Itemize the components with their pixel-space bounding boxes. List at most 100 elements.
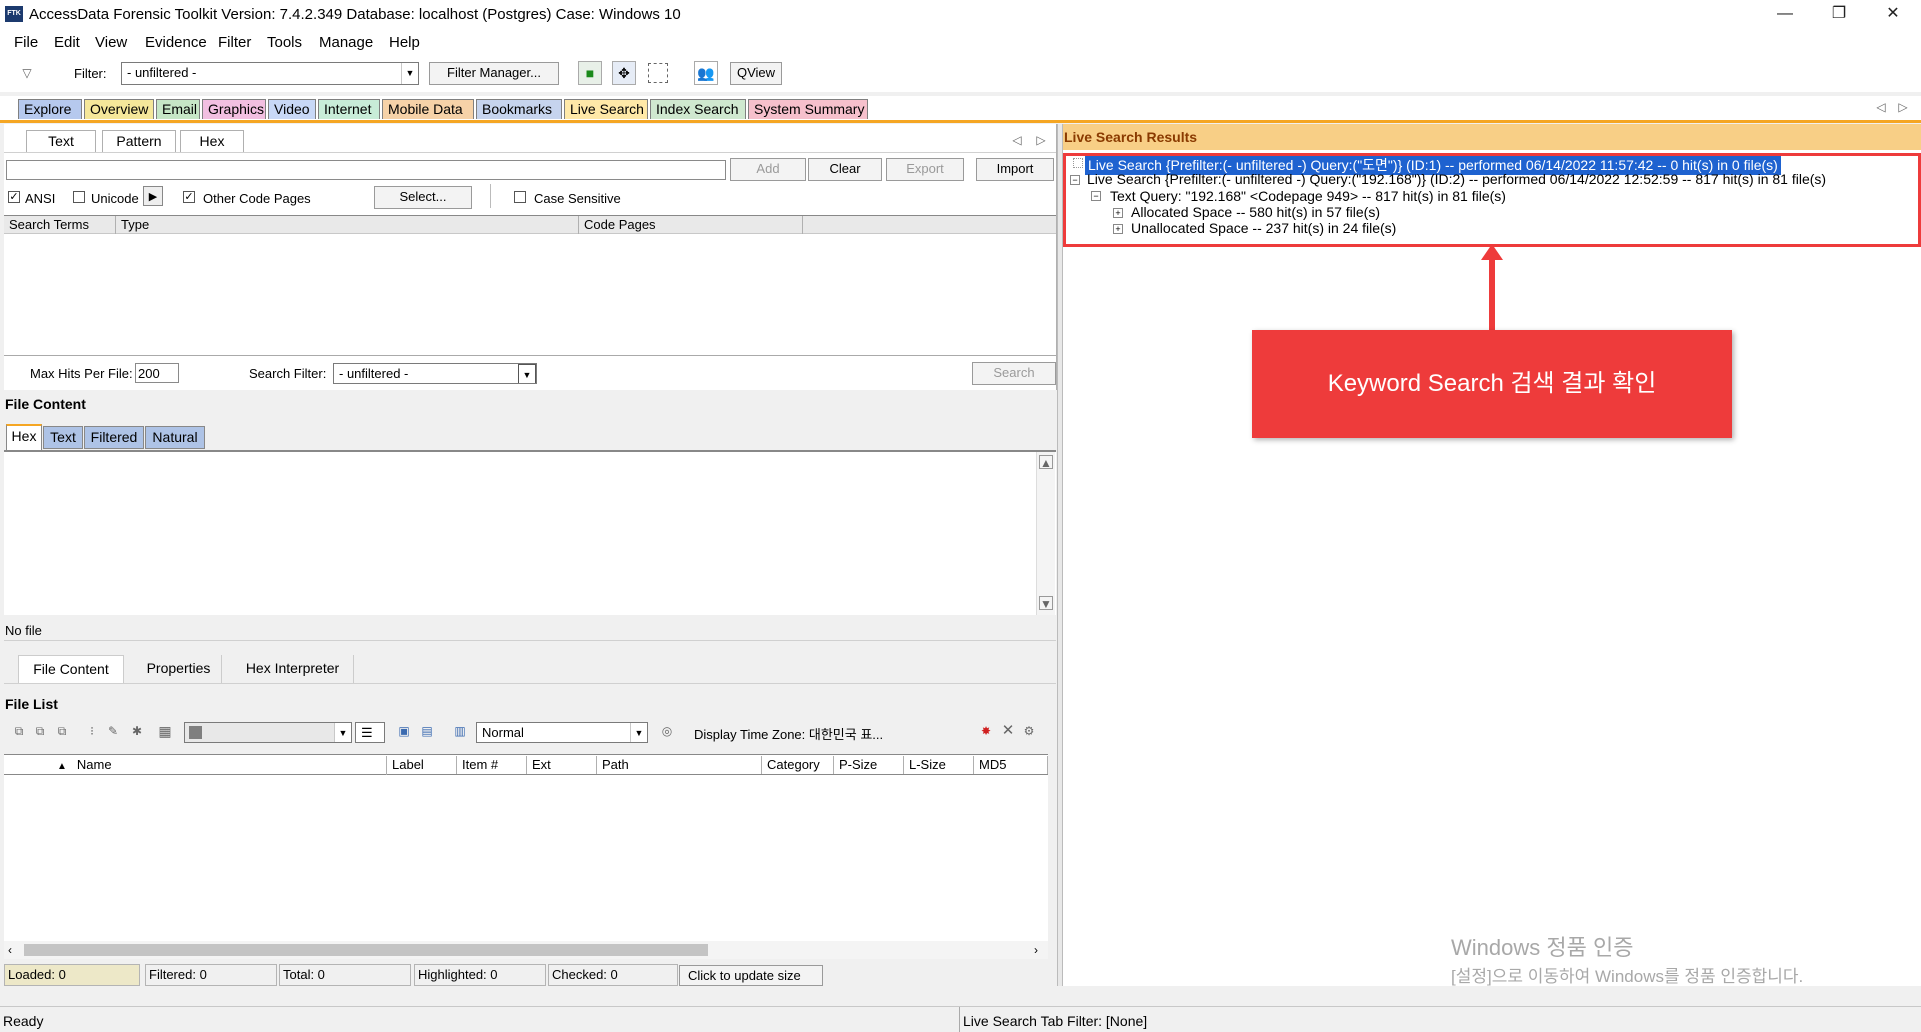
select-region-icon[interactable] (648, 63, 668, 83)
menu-view[interactable]: View (95, 34, 127, 51)
menu-filter[interactable]: Filter (218, 34, 251, 51)
tab-bookmarks[interactable]: Bookmarks (476, 99, 562, 119)
tab-overview[interactable]: Overview (84, 99, 154, 119)
filter-combo[interactable]: - unfiltered - ▼ (121, 62, 419, 85)
column-p-size[interactable]: P-Size (834, 756, 904, 774)
menu-evidence[interactable]: Evidence (145, 34, 207, 51)
export-button[interactable]: Export (886, 158, 964, 181)
tab-text[interactable]: Text (43, 426, 83, 449)
restore-button[interactable]: ❐ (1812, 0, 1866, 30)
menu-tools[interactable]: Tools (267, 34, 302, 51)
add-button[interactable]: Add (730, 158, 806, 181)
table-icon[interactable]: ▦ (158, 724, 172, 738)
play-icon[interactable]: ▶ (143, 186, 163, 206)
ansi-checkbox[interactable]: ✓ (8, 191, 20, 203)
color-combo[interactable]: ▼ (184, 722, 352, 743)
column-ext[interactable]: Ext (527, 756, 597, 774)
clear-button[interactable]: Clear (808, 158, 882, 181)
other-code-pages-checkbox[interactable]: ✓ (183, 191, 195, 203)
scroll-down-icon[interactable]: ▼ (1039, 596, 1053, 611)
tab-explore[interactable]: Explore (18, 99, 82, 119)
pencil-icon[interactable]: ✎ (106, 724, 120, 738)
close-button[interactable]: ✕ (1866, 0, 1920, 30)
column-path[interactable]: Path (597, 756, 762, 774)
copy-checked-icon[interactable]: ⧉ (55, 724, 69, 738)
column-search-terms[interactable]: Search Terms (4, 216, 116, 234)
file-content-viewer[interactable] (4, 452, 1056, 615)
globe-icon[interactable]: ◎ (660, 724, 674, 738)
move-icon[interactable]: ✥ (612, 61, 636, 85)
chevron-down-icon[interactable]: ▼ (334, 723, 351, 742)
tab-natural[interactable]: Natural (145, 426, 205, 449)
menu-manage[interactable]: Manage (319, 34, 373, 51)
tab-scroll-left-icon[interactable]: ◁ (1874, 100, 1888, 114)
horizontal-scrollbar[interactable]: ‹ › (4, 941, 1048, 959)
tab-search-hex[interactable]: Hex (180, 130, 244, 152)
cancel-icon[interactable]: ✕ (1001, 723, 1015, 738)
column-category[interactable]: Category (762, 756, 834, 774)
column-item-number[interactable]: Item # (457, 756, 527, 774)
window-icon[interactable]: ▤ (420, 724, 434, 738)
menu-file[interactable]: File (14, 34, 38, 51)
chevron-down-icon[interactable]: ▼ (630, 723, 647, 742)
copy-icon[interactable]: ⧉ (33, 724, 47, 738)
scrollbar[interactable]: ▲ ▼ (1036, 452, 1055, 615)
tab-email[interactable]: Email (156, 99, 200, 119)
qview-button[interactable]: QView (730, 62, 782, 85)
funnel-icon[interactable]: ▽ (18, 66, 36, 80)
tab-system-summary[interactable]: System Summary (748, 99, 868, 119)
tab-scroll-right-icon[interactable]: ▷ (1034, 133, 1048, 147)
scroll-left-icon[interactable]: ‹ (8, 941, 18, 959)
tab-index-search[interactable]: Index Search (650, 99, 746, 119)
tab-hex[interactable]: Hex (6, 424, 42, 450)
column-l-size[interactable]: L-Size (904, 756, 974, 774)
tab-search-pattern[interactable]: Pattern (102, 130, 176, 152)
tab-graphics[interactable]: Graphics (202, 99, 266, 119)
column-code-pages[interactable]: Code Pages (579, 216, 803, 234)
column-md5[interactable]: MD5 (974, 756, 1048, 774)
tab-internet[interactable]: Internet (318, 99, 380, 119)
column-type[interactable]: Type (116, 216, 579, 234)
import-button[interactable]: Import (976, 158, 1054, 181)
menu-help[interactable]: Help (389, 34, 420, 51)
image-icon[interactable]: ▣ (397, 724, 411, 738)
chevron-down-icon[interactable]: ▼ (401, 63, 418, 84)
column-name[interactable]: ▲ Name (34, 756, 387, 776)
file-list-body[interactable] (4, 775, 1048, 941)
users-icon[interactable]: 👥 (694, 61, 718, 85)
tab-scroll-left-icon[interactable]: ◁ (1010, 133, 1024, 147)
update-size-button[interactable]: Click to update size (679, 965, 823, 986)
tab-properties[interactable]: Properties (136, 655, 222, 683)
hash-icon[interactable]: ⁝ (85, 724, 99, 738)
tab-live-search[interactable]: Live Search (564, 99, 648, 119)
tab-mobile-data[interactable]: Mobile Data (382, 99, 474, 119)
tab-scroll-right-icon[interactable]: ▷ (1896, 100, 1910, 114)
search-terms-list[interactable] (4, 234, 1056, 356)
minimize-button[interactable]: — (1758, 0, 1812, 30)
tab-hex-interpreter[interactable]: Hex Interpreter (232, 655, 354, 683)
tab-video[interactable]: Video (268, 99, 316, 119)
explorer-star-icon[interactable]: ✸ (979, 724, 993, 738)
search-button[interactable]: Search (972, 362, 1056, 385)
unicode-checkbox[interactable] (73, 191, 85, 203)
tab-search-text[interactable]: Text (26, 130, 96, 152)
tab-filtered[interactable]: Filtered (84, 426, 144, 449)
column-settings-icon[interactable]: ▥ (453, 724, 467, 738)
max-hits-input[interactable] (135, 363, 179, 383)
scroll-right-icon[interactable]: › (1034, 941, 1044, 959)
columns-menu-button[interactable]: ☰ (355, 722, 385, 743)
tab-file-content[interactable]: File Content (18, 655, 124, 683)
case-sensitive-checkbox[interactable] (514, 191, 526, 203)
scroll-up-icon[interactable]: ▲ (1039, 455, 1053, 470)
search-term-input[interactable] (6, 160, 726, 180)
column-label[interactable]: Label (387, 756, 457, 774)
bug-icon[interactable]: ✱ (130, 724, 144, 738)
chevron-down-icon[interactable]: ▼ (518, 364, 536, 383)
refresh-icon[interactable]: ⚙ (1022, 724, 1036, 738)
filter-manager-button[interactable]: Filter Manager... (429, 62, 559, 85)
menu-edit[interactable]: Edit (54, 34, 80, 51)
green-cube-icon[interactable]: ■ (578, 61, 602, 85)
search-filter-combo[interactable]: - unfiltered - ▼ (333, 363, 537, 384)
view-mode-combo[interactable]: Normal ▼ (476, 722, 648, 743)
check-all-icon[interactable]: ⧉ (12, 724, 26, 738)
